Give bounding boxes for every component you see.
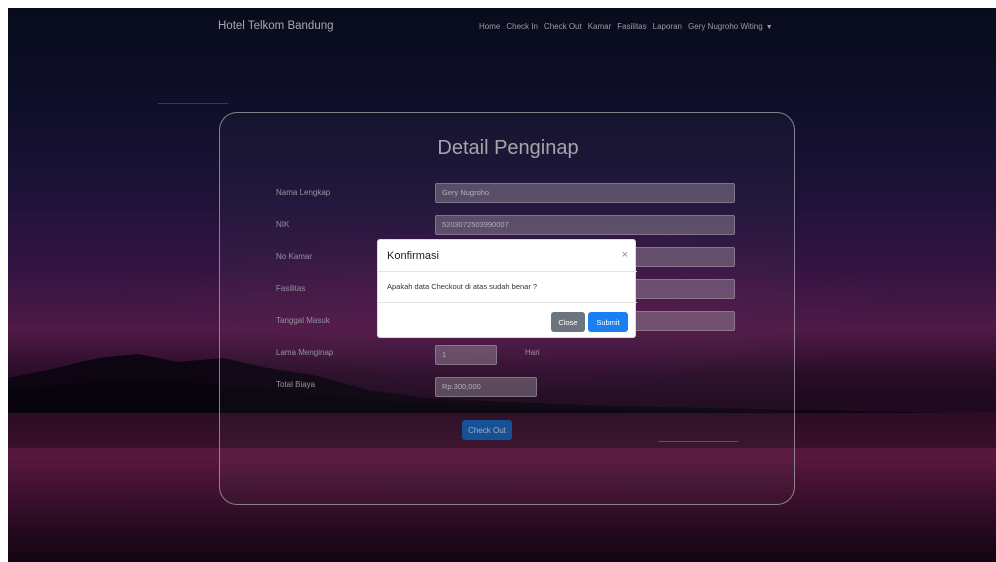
modal-message: Apakah data Checkout di atas sudah benar… — [387, 282, 538, 291]
modal-title: Konfirmasi — [387, 250, 439, 262]
modal-header: Konfirmasi × — [378, 240, 637, 272]
submit-button[interactable]: Submit — [588, 312, 628, 332]
page-background: Hotel Telkom Bandung Home Check In Check… — [8, 8, 996, 562]
confirmation-modal: Konfirmasi × Apakah data Checkout di ata… — [377, 239, 637, 339]
modal-footer: Close Submit — [378, 302, 637, 339]
close-button[interactable]: Close — [551, 312, 585, 332]
close-icon[interactable]: × — [622, 249, 628, 261]
